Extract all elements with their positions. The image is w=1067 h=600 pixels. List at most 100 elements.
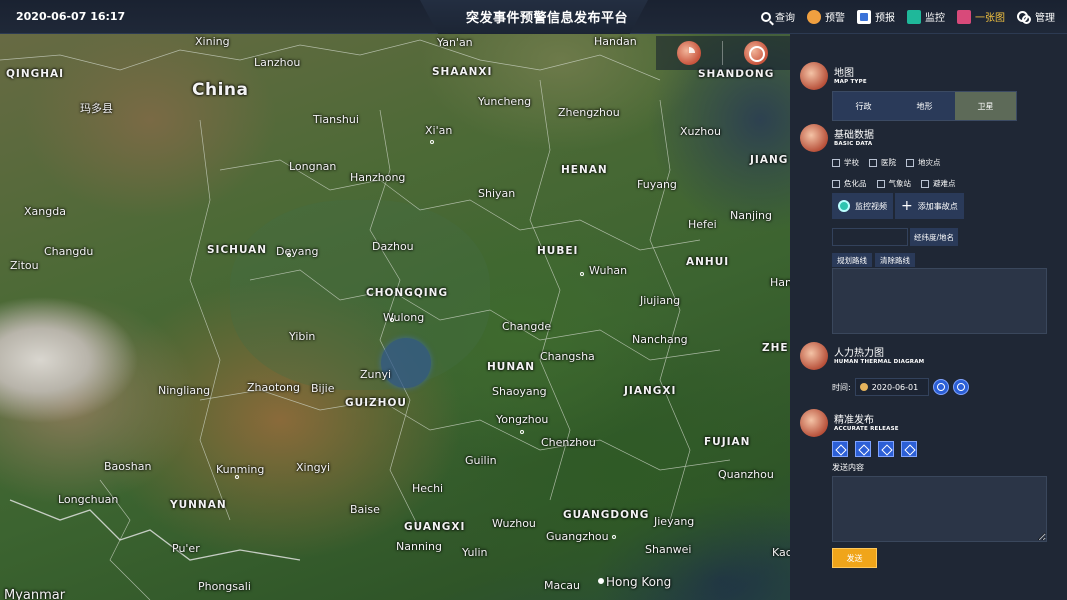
coordinate-input[interactable]	[832, 228, 908, 246]
plan-route-button[interactable]: 规划路线	[832, 253, 872, 267]
send-button[interactable]: 发送	[832, 548, 877, 568]
city-dot	[430, 140, 434, 144]
weather-station-checkbox[interactable]: 气象站	[876, 178, 911, 189]
map-label: GUIZHOU	[345, 397, 407, 409]
heatmap-icon	[800, 342, 828, 370]
coordinate-search-button[interactable]: 经纬度/地名	[910, 228, 959, 246]
checkbox-label: 医院	[881, 158, 896, 167]
map-label: Nanjing	[730, 209, 773, 222]
map-label: HENAN	[561, 164, 608, 176]
release-section: 精准发布 ACCURATE RELEASE	[800, 409, 899, 437]
map-label: Nanning	[396, 540, 442, 553]
map-label: Zunyi	[360, 368, 392, 381]
datetime: 2020-06-07 16:17	[16, 10, 126, 23]
school-checkbox[interactable]: 学校	[832, 157, 859, 168]
map-label: China	[192, 80, 249, 100]
confirm-icon[interactable]	[901, 441, 917, 457]
radar-tool-button[interactable]	[723, 36, 789, 70]
nav-monitor[interactable]: 监控	[907, 9, 945, 24]
map-label: Ningliang	[158, 384, 211, 397]
release-icon	[800, 409, 828, 437]
map-label: Hefei	[688, 218, 717, 231]
map-type-satellite-button[interactable]: 卫星	[955, 92, 1016, 120]
map-label: Quanzhou	[718, 468, 774, 481]
refresh-button[interactable]	[952, 379, 969, 395]
layer-checkboxes-row1: 学校 医院 地灾点	[832, 157, 941, 168]
hospital-checkbox[interactable]: 医院	[869, 157, 896, 168]
city-dot	[235, 475, 239, 479]
add-accident-button[interactable]: + 添加事故点	[895, 193, 964, 219]
map-type-selector: 行政 地形 卫星	[832, 91, 1017, 121]
content-label: 发送内容	[832, 463, 864, 472]
draw-line-icon[interactable]	[832, 441, 848, 457]
map-label: Lanzhou	[254, 56, 301, 69]
map-label: Changdu	[44, 245, 94, 258]
satellite-map[interactable]: Xining Lanzhou Yan'an Handan QINGHAI SHA…	[0, 0, 790, 600]
map-label: Longnan	[289, 160, 337, 173]
map-label: Xining	[195, 35, 230, 48]
map-label: FUJIAN	[704, 436, 751, 448]
city-dot	[598, 578, 604, 584]
nav-warning[interactable]: 预警	[807, 9, 845, 24]
city-dot	[580, 272, 584, 276]
heatmap-section: 人力热力图 HUMAN THERMAL DIAGRAM	[800, 342, 924, 370]
map-toolbar	[656, 36, 790, 70]
map-label: GUANGXI	[404, 521, 466, 533]
basic-data-icon	[800, 124, 828, 152]
nav-one-map[interactable]: 一张图	[957, 9, 1005, 24]
map-type-terrain-button[interactable]: 地形	[894, 92, 955, 120]
map-label: Yulin	[462, 546, 488, 559]
forecast-icon	[857, 9, 871, 24]
route-result-area[interactable]	[832, 268, 1047, 334]
layer-checkboxes-row2: 危化品 气象站 避难点	[832, 178, 956, 189]
map-label: Wulong	[383, 311, 425, 324]
checkbox-box	[876, 179, 885, 188]
nav-forecast[interactable]: 预报	[857, 9, 895, 24]
statistics-tool-button[interactable]	[656, 36, 722, 70]
disaster-point-checkbox[interactable]: 地灾点	[906, 157, 941, 168]
map-label: ANHUI	[686, 256, 730, 268]
map-label: Zhaotong	[247, 381, 300, 394]
date-picker[interactable]: 2020-06-01	[854, 378, 929, 396]
release-tools	[832, 441, 917, 457]
control-panel: 地图 MAP TYPE 行政 地形 卫星 基础数据 BASIC DATA 学校 …	[790, 34, 1067, 600]
map-label: Pu'er	[172, 542, 200, 555]
map-label: ZHE	[762, 342, 789, 354]
manage-icon	[1017, 10, 1031, 24]
city-dot	[390, 318, 394, 322]
section-subtitle: ACCURATE RELEASE	[834, 425, 899, 432]
map-label: Changsha	[540, 350, 595, 363]
map-label: QINGHAI	[6, 68, 65, 80]
nav-label: 监控	[925, 13, 945, 24]
time-label: 时间:	[832, 382, 851, 392]
map-label: Xangda	[24, 205, 66, 218]
map-label: Kac	[772, 546, 790, 559]
shelter-checkbox[interactable]: 避难点	[921, 178, 956, 189]
checkbox-box	[906, 158, 914, 167]
draw-polygon-icon[interactable]	[855, 441, 871, 457]
nav-label: 预报	[875, 13, 895, 24]
checkbox-box	[832, 179, 840, 188]
nav-label: 管理	[1035, 13, 1055, 24]
map-label: Baise	[350, 503, 380, 516]
map-label: Shaoyang	[492, 385, 547, 398]
search-button[interactable]	[932, 379, 949, 395]
send-content-textarea[interactable]	[832, 476, 1047, 542]
section-header: 精准发布 ACCURATE RELEASE	[800, 409, 899, 437]
section-title: 人力热力图	[834, 347, 884, 359]
monitor-video-button[interactable]: 监控视频	[832, 193, 893, 219]
nav-manage[interactable]: 管理	[1017, 9, 1055, 24]
clear-route-button[interactable]: 清除路线	[875, 253, 915, 267]
section-title: 基础数据	[834, 129, 874, 141]
map-type-admin-button[interactable]: 行政	[833, 92, 894, 120]
route-actions: 规划路线 清除路线	[832, 253, 915, 267]
map-label: Myanmar	[4, 588, 66, 600]
radar-icon	[744, 41, 768, 65]
map-label: SICHUAN	[207, 244, 268, 256]
nav-search[interactable]: 查询	[761, 9, 795, 24]
draw-rectangle-icon[interactable]	[878, 441, 894, 457]
map-label: Wuzhou	[492, 517, 536, 530]
hazmat-checkbox[interactable]: 危化品	[832, 178, 867, 189]
checkbox-label: 学校	[844, 158, 859, 167]
calendar-icon	[859, 383, 868, 391]
